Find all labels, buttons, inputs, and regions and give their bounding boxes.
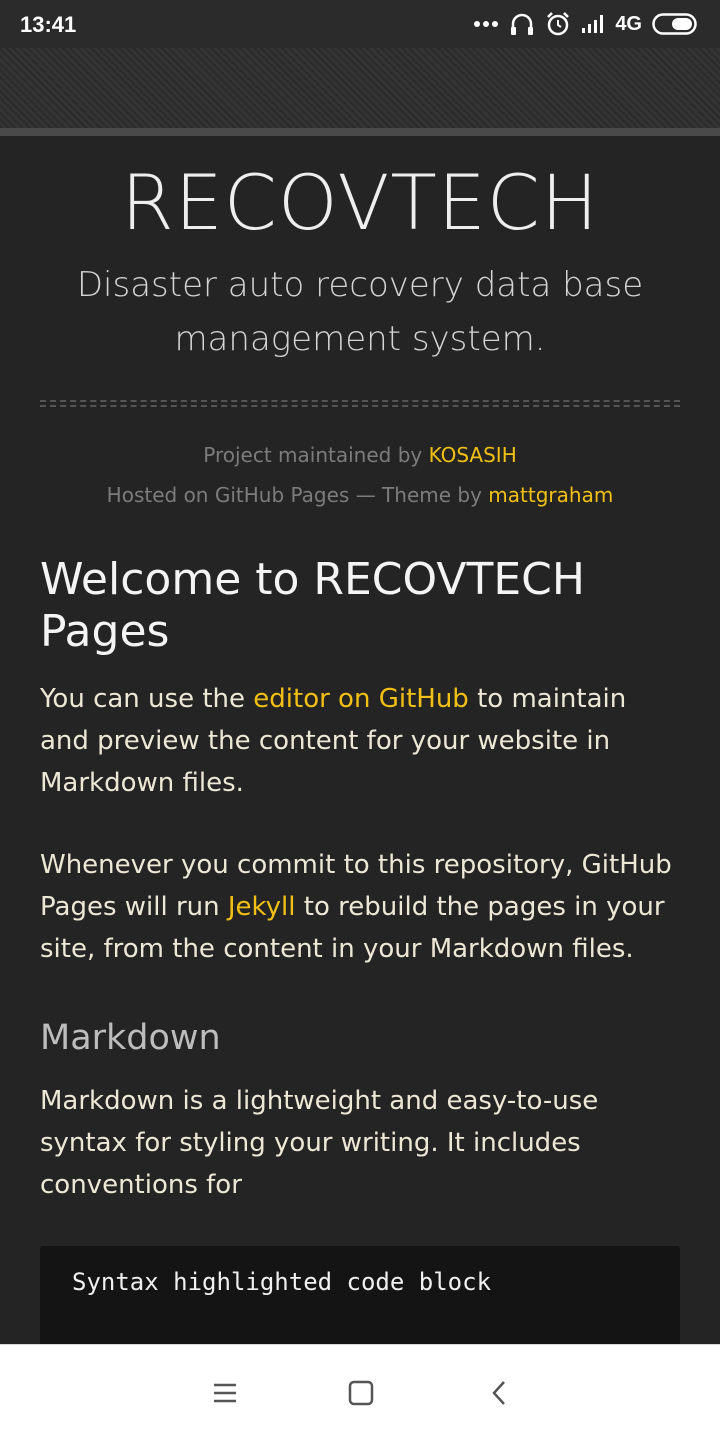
jekyll-link[interactable]: Jekyll (228, 892, 296, 922)
site-title: RECOVTECH (120, 158, 600, 247)
maintainer-link[interactable]: KOSASIH (429, 443, 517, 467)
theme-author-link[interactable]: mattgraham (488, 483, 613, 507)
navigation-bar (0, 1344, 720, 1440)
code-block: Syntax highlighted code block (40, 1246, 680, 1344)
markdown-paragraph: Markdown is a lightweight and easy-to-us… (40, 1086, 599, 1200)
editor-link[interactable]: editor on GitHub (253, 684, 469, 714)
signal-icon (581, 14, 605, 34)
credits-maintainer-text: Project maintained by (203, 443, 429, 467)
intro-text-1: You can use the (40, 684, 254, 714)
welcome-heading: Welcome to RECOVTECH Pages (40, 554, 585, 657)
credits-theme-text: Hosted on GitHub Pages — Theme by (106, 483, 489, 507)
markdown-heading: Markdown (40, 1018, 221, 1058)
more-dots-icon (473, 20, 499, 28)
network-label: 4G (615, 12, 642, 35)
page-body: RECOVTECH Disaster auto recovery data ba… (0, 136, 720, 1344)
status-time: 13:41 (20, 12, 77, 37)
home-icon[interactable] (341, 1373, 381, 1413)
status-bar: 13:41 4G (0, 0, 720, 48)
status-icons: 4G (473, 10, 698, 38)
code-text: Syntax highlighted code block (72, 1268, 492, 1296)
dashed-divider (40, 400, 680, 407)
alarm-icon (545, 11, 571, 37)
site-subtitle: Disaster auto recovery data base managem… (76, 265, 644, 359)
credits-theme: Hosted on GitHub Pages — Theme by mattgr… (0, 483, 720, 507)
credits-maintainer: Project maintained by KOSASIH (0, 443, 720, 467)
menu-icon[interactable] (205, 1373, 245, 1413)
headphones-icon (509, 12, 535, 36)
header-stripe (0, 48, 720, 128)
battery-icon (652, 13, 698, 35)
back-icon[interactable] (480, 1373, 520, 1413)
intro-paragraph: You can use the editor on GitHub to main… (40, 678, 680, 804)
jekyll-paragraph: Whenever you commit to this repository, … (40, 844, 680, 970)
header-border (0, 128, 720, 136)
main-content: Welcome to RECOVTECH Pages You can use t… (40, 554, 680, 1344)
